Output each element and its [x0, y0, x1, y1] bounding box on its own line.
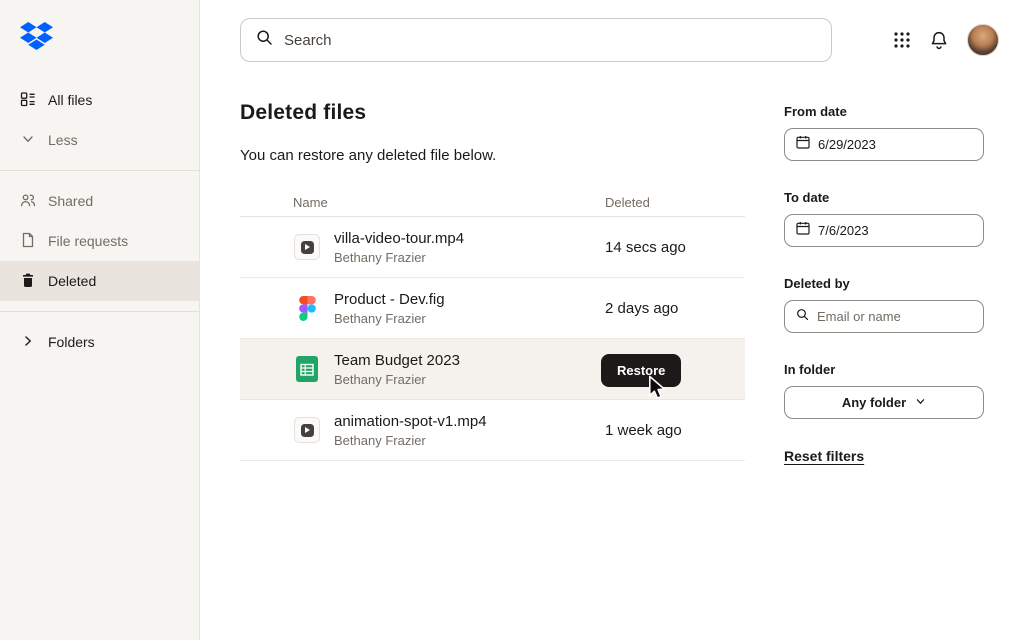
file-name: animation-spot-v1.mp4 [334, 412, 487, 430]
in-folder-group: In folder Any folder [784, 362, 984, 419]
deleted-by-label: Deleted by [784, 276, 850, 291]
file-name: Product - Dev.fig [334, 290, 445, 308]
sidebar-item-deleted[interactable]: Deleted [0, 261, 199, 301]
to-date-input[interactable] [818, 223, 972, 238]
trash-icon [20, 272, 36, 291]
notifications-bell-icon[interactable] [929, 30, 949, 50]
to-date-group: To date [784, 190, 984, 247]
deleted-by-group: Deleted by [784, 276, 984, 333]
folder-dropdown-value: Any folder [841, 395, 907, 410]
calendar-icon [796, 135, 810, 154]
sidebar: All files Less Shared File requests Dele… [0, 0, 200, 640]
page-subtitle: You can restore any deleted file below. [240, 147, 497, 164]
to-date-field [784, 214, 984, 247]
video-file-icon [293, 417, 321, 443]
spreadsheet-file-icon [293, 356, 321, 382]
from-date-label: From date [784, 104, 847, 119]
table-row[interactable]: animation-spot-v1.mp4 Bethany Frazier 1 … [240, 400, 745, 461]
in-folder-label: In folder [784, 362, 836, 377]
user-avatar[interactable] [967, 24, 999, 56]
video-file-icon [293, 234, 321, 260]
sidebar-item-folders[interactable]: Folders [0, 322, 199, 362]
page-title: Deleted files [240, 101, 367, 124]
apps-grid-icon[interactable] [893, 31, 911, 49]
search-icon [256, 29, 273, 51]
file-name: villa-video-tour.mp4 [334, 229, 465, 247]
file-owner: Bethany Frazier [334, 249, 426, 265]
calendar-icon [796, 221, 810, 240]
topbar-actions [893, 24, 999, 56]
deleted-time: 14 secs ago [605, 238, 686, 256]
table-header: Name Deleted [240, 189, 745, 217]
search-icon [796, 308, 809, 326]
table-row[interactable]: Product - Dev.fig Bethany Frazier 2 days… [240, 278, 745, 339]
deleted-time: 1 week ago [605, 421, 682, 439]
people-icon [20, 192, 36, 211]
sidebar-item-label: Less [48, 132, 78, 148]
file-meta: animation-spot-v1.mp4 Bethany Frazier [334, 413, 487, 448]
file-name: Team Budget 2023 [334, 351, 460, 369]
deleted-time: 2 days ago [605, 299, 679, 317]
sidebar-item-label: Folders [48, 334, 95, 350]
sidebar-item-file-requests[interactable]: File requests [0, 221, 199, 261]
column-header-deleted: Deleted [605, 195, 650, 210]
file-icon [20, 232, 36, 251]
file-owner: Bethany Frazier [334, 371, 426, 387]
all-files-icon [20, 91, 36, 110]
sidebar-item-label: File requests [48, 233, 129, 249]
sidebar-item-all-files[interactable]: All files [0, 80, 199, 120]
chevron-down-icon [20, 131, 36, 150]
table-row[interactable]: villa-video-tour.mp4 Bethany Frazier 14 … [240, 217, 745, 278]
figma-file-icon [293, 295, 321, 321]
folder-dropdown[interactable]: Any folder [784, 386, 984, 419]
filters-panel: From date To date [784, 104, 984, 466]
sidebar-divider [0, 170, 199, 171]
sidebar-divider [0, 311, 199, 312]
column-header-name: Name [293, 195, 328, 210]
search-bar [240, 18, 832, 62]
deleted-files-table: Name Deleted villa-video-tour.mp4 Bethan… [240, 189, 745, 461]
chevron-down-icon [915, 395, 926, 410]
dropbox-logo-icon[interactable] [20, 22, 53, 50]
table-row-hovered[interactable]: Team Budget 2023 Bethany Frazier Restore [240, 339, 745, 400]
sidebar-item-label: All files [48, 92, 93, 108]
file-owner: Bethany Frazier [334, 310, 426, 326]
search-input[interactable] [284, 31, 816, 49]
reset-filters-link[interactable]: Reset filters [784, 448, 864, 464]
file-meta: villa-video-tour.mp4 Bethany Frazier [334, 230, 464, 265]
from-date-input[interactable] [818, 137, 972, 152]
file-owner: Bethany Frazier [334, 432, 426, 448]
from-date-group: From date [784, 104, 984, 161]
restore-button[interactable]: Restore [601, 354, 682, 387]
sidebar-item-label: Shared [48, 193, 94, 209]
deleted-by-field [784, 300, 984, 333]
sidebar-item-label: Deleted [48, 273, 97, 289]
file-meta: Product - Dev.fig Bethany Frazier [334, 291, 445, 326]
deleted-by-input[interactable] [817, 309, 972, 324]
to-date-label: To date [784, 190, 830, 205]
sidebar-nav: All files Less Shared File requests Dele… [0, 80, 199, 362]
sidebar-item-less[interactable]: Less [0, 120, 199, 160]
dropbox-app-window: All files Less Shared File requests Dele… [0, 0, 1024, 640]
sidebar-item-shared[interactable]: Shared [0, 181, 199, 221]
file-meta: Team Budget 2023 Bethany Frazier [334, 352, 460, 387]
from-date-field [784, 128, 984, 161]
chevron-right-icon [20, 333, 36, 352]
